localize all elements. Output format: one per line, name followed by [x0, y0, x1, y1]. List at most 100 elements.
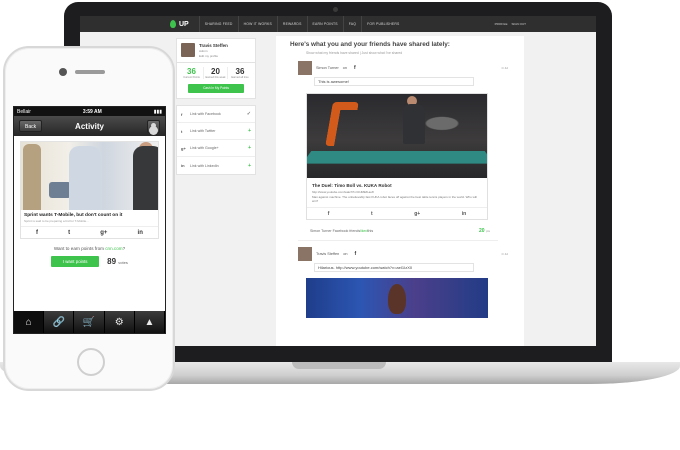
main-nav: SHARING FEED HOW IT WORKS REWARDS EARN P…	[198, 16, 405, 32]
feed-title: Here's what you and your friends have sh…	[290, 41, 450, 48]
link-label: Link with Facebook	[190, 112, 221, 116]
link-linkedin[interactable]: in Link with LinkedIn +	[177, 157, 255, 174]
activity-post[interactable]: Sprint wants T-Mobile, but don't count o…	[20, 141, 159, 239]
cart-icon[interactable]: 🛒	[74, 311, 105, 333]
share-title[interactable]: The Duel: Timo Boll vs. KUKA Robot	[312, 183, 487, 188]
player-shape	[403, 104, 425, 144]
link-icon[interactable]: 🔗	[44, 311, 75, 333]
post-header: Simon Turner on f ⊙ 4d	[298, 61, 524, 75]
avatar[interactable]	[298, 247, 312, 261]
video-thumbnail[interactable]	[306, 278, 488, 318]
link-label: Link with Twitter	[190, 129, 216, 133]
post-on-label: on	[343, 252, 348, 256]
post-subtitle: Sprint is said to be preparing a bid for…	[24, 219, 89, 223]
status-bar: Bellair 3:59 AM ▮▮▮	[14, 107, 165, 116]
edit-profile-link[interactable]: Edit my profile	[199, 54, 228, 58]
stat-earned-all-time: 36 Earned all time	[228, 67, 252, 79]
phone-screen: Bellair 3:59 AM ▮▮▮ Back Activity Sprint…	[13, 106, 166, 334]
nav-for-publishers[interactable]: FOR PUBLISHERS	[361, 16, 404, 32]
home-icon[interactable]: ⌂	[14, 311, 45, 333]
points-earned: 20 pts	[479, 228, 490, 234]
carrier-label: Bellair	[17, 108, 31, 115]
post-title[interactable]: Sprint wants T-Mobile, but don't count o…	[24, 213, 155, 218]
sign-out-link[interactable]: SIGN OUT	[511, 22, 526, 26]
post-time: ⊙ 4d	[501, 66, 508, 70]
table-shape	[307, 150, 487, 164]
points-unit: pts	[485, 229, 490, 233]
post-user-name[interactable]: Simon Turner	[316, 66, 339, 70]
vote-label: votes	[118, 260, 128, 265]
laptop-notch	[292, 362, 386, 369]
post-comment: Hilarious. http://www.youtube.com/watch?…	[314, 263, 474, 272]
source-link[interactable]: cnn.com	[105, 246, 122, 251]
model-shape	[133, 146, 158, 210]
share-url[interactable]: http://www.youtube.com/watch?v=tIIJME8-a…	[312, 190, 487, 194]
profile-link[interactable]: PROFILE	[495, 22, 508, 26]
liked-text: liked	[360, 229, 368, 233]
linkedin-icon[interactable]: in	[138, 230, 143, 236]
home-button[interactable]	[77, 348, 105, 376]
want-points-button[interactable]: I want points	[51, 256, 100, 267]
up-arrow-icon[interactable]: ▲	[135, 311, 165, 333]
facebook-icon: f	[354, 251, 357, 257]
video-thumbnail[interactable]	[307, 94, 487, 178]
cash-in-points-button[interactable]: Cash In My Points	[188, 84, 244, 93]
post-header: Travis Steffen on f ⊙ 4d	[298, 247, 524, 261]
shared-link-card[interactable]: The Duel: Timo Boll vs. KUKA Robot http:…	[306, 93, 488, 220]
friends-text: Simon Turner Facebook friends	[310, 229, 361, 233]
plus-icon: +	[248, 162, 251, 169]
social-links: f Link with Facebook ✓ t Link with Twitt…	[176, 105, 256, 175]
facebook-icon: f	[181, 111, 183, 117]
share-actions: f t g+ in	[21, 226, 158, 238]
friends-liked-row: Simon Turner Facebook friends liked this…	[310, 228, 490, 234]
plus-icon: +	[248, 145, 251, 151]
nav-how-it-works[interactable]: HOW IT WORKS	[237, 16, 277, 32]
avatar[interactable]	[298, 61, 312, 75]
nav-earn-points[interactable]: EARN POINTS	[306, 16, 343, 32]
earn-text: Want to earn points from	[53, 246, 106, 251]
feed-filter-links[interactable]: Show what my friends have shared | Just …	[306, 51, 524, 55]
post-image[interactable]	[21, 142, 158, 210]
stat-label: Current Points	[183, 76, 200, 79]
link-label: Link with LinkedIn	[190, 163, 219, 168]
linkedin-icon: in	[181, 163, 185, 168]
google-plus-icon[interactable]: g+	[414, 211, 420, 217]
twitter-icon[interactable]: t	[371, 211, 373, 217]
up-logo[interactable]: UP	[170, 20, 189, 28]
sidebar: Travis Steffen Admin Edit my profile 36 …	[176, 38, 256, 175]
check-icon: ✓	[246, 111, 251, 117]
link-twitter[interactable]: t Link with Twitter +	[177, 123, 255, 140]
robot-arm-shape	[325, 102, 359, 146]
top-nav-bar: UP SHARING FEED HOW IT WORKS REWARDS EAR…	[80, 16, 596, 32]
linkedin-icon[interactable]: in	[462, 211, 466, 217]
drop-icon	[170, 20, 176, 28]
nav-sharing-feed[interactable]: SHARING FEED	[198, 16, 238, 32]
profile-role: Admin	[199, 49, 208, 53]
link-google-plus[interactable]: g+ Link with Google+ +	[177, 140, 255, 157]
avatar[interactable]	[181, 43, 195, 57]
nav-rewards[interactable]: REWARDS	[276, 16, 307, 32]
earn-text-end: ?	[122, 246, 126, 251]
link-facebook[interactable]: f Link with Facebook ✓	[177, 106, 255, 123]
post-on-label: on	[342, 66, 348, 70]
battery-icon: ▮▮▮	[153, 108, 162, 115]
facebook-icon[interactable]: f	[328, 211, 330, 217]
profile-card: Travis Steffen Admin Edit my profile	[176, 38, 256, 63]
facebook-icon[interactable]: f	[36, 230, 38, 236]
post-user-name[interactable]: Travis Steffen	[316, 252, 339, 256]
phone-camera	[59, 68, 67, 76]
user-icon[interactable]	[147, 119, 160, 133]
back-button[interactable]: Back	[19, 120, 43, 132]
earn-prompt: Want to earn points from cnn.com?	[14, 246, 165, 251]
phone-header: Back Activity	[14, 116, 165, 136]
profile-name: Travis Steffen	[199, 43, 228, 48]
points-value: 20	[479, 228, 485, 234]
stat-value: 36	[187, 67, 196, 76]
gear-icon[interactable]: ⚙	[105, 311, 135, 333]
nav-faq[interactable]: FAQ	[342, 16, 361, 32]
vote-row: I want points 89 votes	[14, 256, 165, 267]
google-plus-icon[interactable]: g+	[100, 230, 107, 236]
twitter-icon[interactable]: t	[68, 230, 70, 236]
bag-shape	[49, 182, 71, 198]
points-stats: 36 Current Points 20 Earned this week 36…	[176, 63, 256, 99]
